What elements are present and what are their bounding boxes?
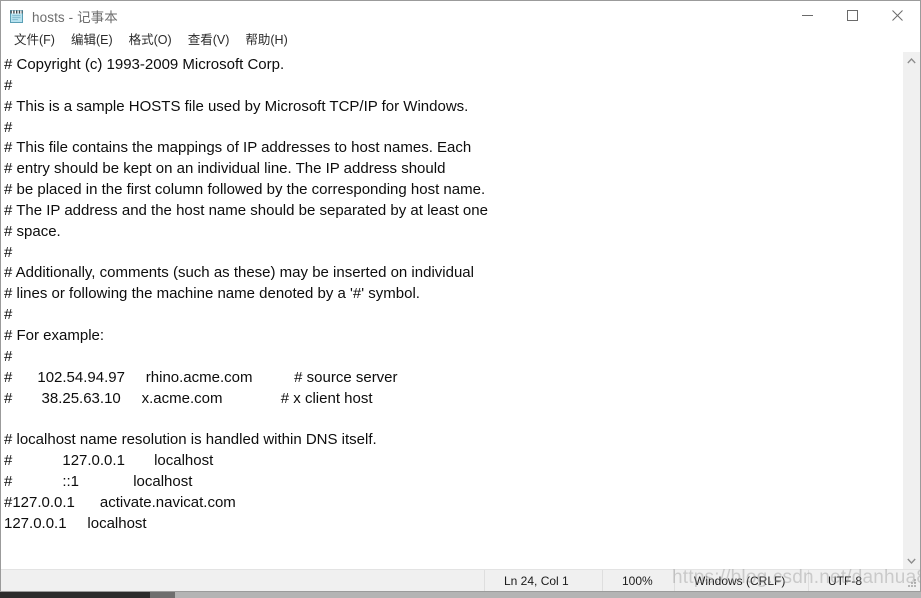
menu-item-view[interactable]: 查看(V) bbox=[180, 31, 238, 50]
maximize-button[interactable] bbox=[830, 1, 875, 30]
status-cursor-position: Ln 24, Col 1 bbox=[484, 570, 602, 591]
maximize-icon bbox=[847, 10, 858, 21]
scroll-up-button[interactable] bbox=[903, 52, 920, 69]
menu-item-edit[interactable]: 编辑(E) bbox=[63, 31, 121, 50]
editor-area: # Copyright (c) 1993-2009 Microsoft Corp… bbox=[1, 51, 920, 569]
scroll-down-button[interactable] bbox=[903, 552, 920, 569]
chevron-down-icon bbox=[907, 558, 916, 564]
text-editor[interactable]: # Copyright (c) 1993-2009 Microsoft Corp… bbox=[1, 52, 902, 569]
status-bar-spacer bbox=[1, 570, 484, 591]
scrollbar-track[interactable] bbox=[903, 69, 920, 552]
menu-item-format[interactable]: 格式(O) bbox=[121, 31, 180, 50]
status-zoom-level[interactable]: 100% bbox=[602, 570, 674, 591]
close-icon bbox=[892, 10, 903, 21]
menu-item-help[interactable]: 帮助(H) bbox=[237, 31, 295, 50]
menu-bar: 文件(F) 编辑(E) 格式(O) 查看(V) 帮助(H) bbox=[1, 30, 920, 51]
desktop-taskbar-strip bbox=[0, 592, 921, 598]
status-encoding[interactable]: UTF-8 bbox=[808, 570, 904, 591]
vertical-scrollbar[interactable] bbox=[902, 52, 920, 569]
minimize-button[interactable] bbox=[785, 1, 830, 30]
close-button[interactable] bbox=[875, 1, 920, 30]
notepad-icon bbox=[9, 8, 25, 24]
menu-item-file[interactable]: 文件(F) bbox=[6, 31, 63, 50]
screen: hosts - 记事本 文件(F) 编辑(E) 格式(O) 查看(V) 帮助(H… bbox=[0, 0, 921, 598]
resize-grip-icon bbox=[908, 579, 916, 587]
status-bar: Ln 24, Col 1 100% Windows (CRLF) UTF-8 bbox=[1, 569, 920, 591]
title-bar[interactable]: hosts - 记事本 bbox=[1, 1, 920, 30]
window-title: hosts - 记事本 bbox=[32, 9, 118, 25]
chevron-up-icon bbox=[907, 57, 916, 63]
editor-text[interactable]: # Copyright (c) 1993-2009 Microsoft Corp… bbox=[4, 55, 902, 534]
resize-grip[interactable] bbox=[904, 570, 920, 591]
status-line-ending[interactable]: Windows (CRLF) bbox=[674, 570, 808, 591]
minimize-icon bbox=[802, 15, 813, 16]
notepad-window: hosts - 记事本 文件(F) 编辑(E) 格式(O) 查看(V) 帮助(H… bbox=[0, 0, 921, 592]
window-controls bbox=[785, 1, 920, 30]
